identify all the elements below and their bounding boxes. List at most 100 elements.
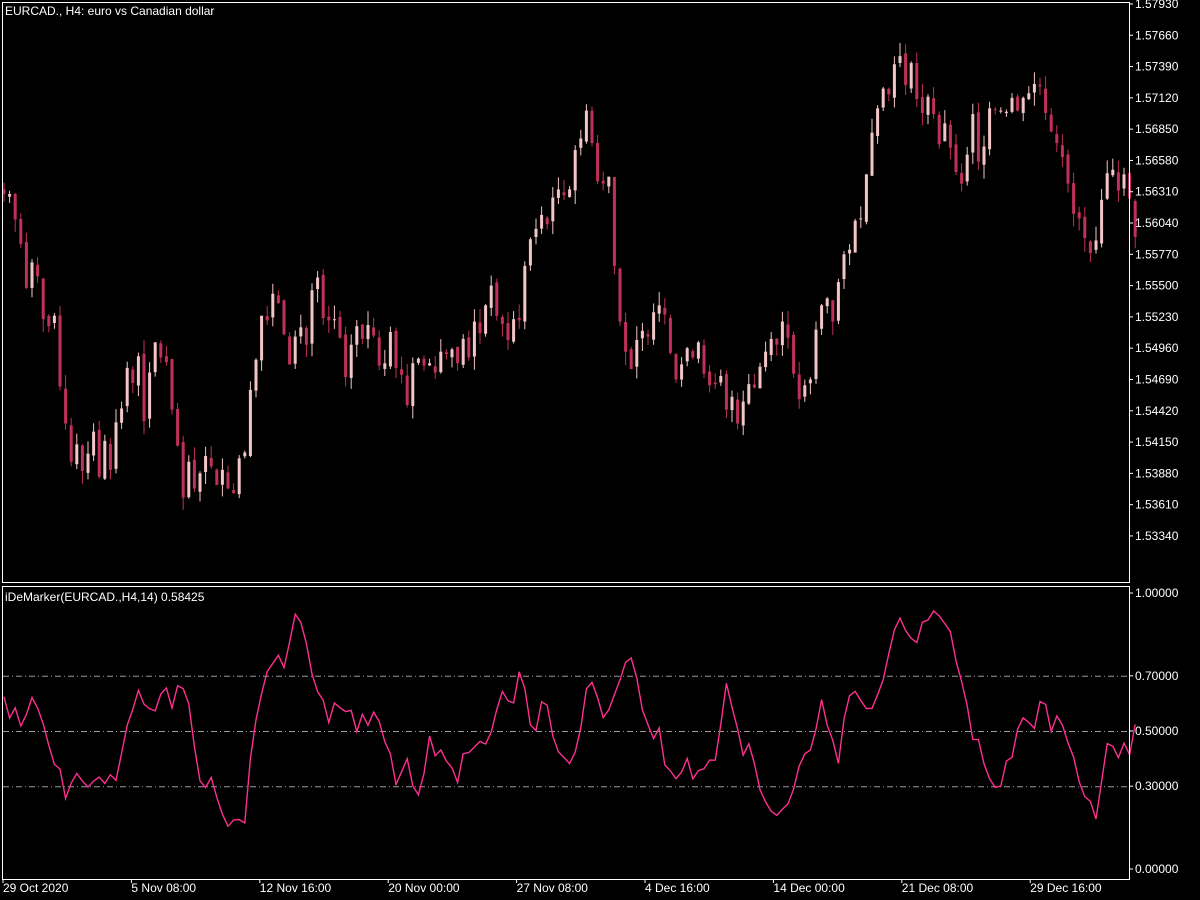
candle-body [1004,111,1008,114]
candle-body [904,53,908,86]
candle-body [282,300,286,335]
candle-body [545,217,549,225]
candle [495,278,499,321]
candle-body [271,293,275,318]
candle-body [680,364,684,380]
time-tick-label: 4 Dec 16:00 [645,881,710,895]
candle-body [226,472,230,489]
main-chart-title: EURCAD., H4: euro vs Canadian dollar [5,4,214,18]
candle-body [220,469,224,485]
candle [142,340,146,435]
candle-body [181,442,185,498]
candle-body [624,322,628,352]
candle-body [635,340,639,367]
time-tick-label: 12 Nov 16:00 [260,881,332,895]
candle-body [528,239,532,266]
time-tick-label: 20 Nov 00:00 [388,881,460,895]
candle-body [433,366,437,373]
candle-body [260,315,264,361]
candle-body [1094,240,1098,250]
candle-body [758,366,762,389]
indicator-tick-label: 0.30000 [1135,779,1179,793]
price-tick-label: 1.56310 [1135,185,1179,199]
candle-body [909,63,913,89]
candle-body [472,321,476,357]
candle-body [64,388,68,424]
candle-body [1122,174,1126,189]
candle-body [898,56,902,63]
candle-body [1021,97,1025,113]
indicator-tick-label: 0.50000 [1135,724,1179,738]
price-tick-label: 1.53610 [1135,498,1179,512]
candle-body [926,96,930,115]
chart-background [0,0,1200,900]
candle-body [691,351,695,358]
candle-body [372,327,376,336]
candle-body [573,150,577,191]
price-tick-label: 1.54150 [1135,435,1179,449]
candle [814,321,818,384]
candle [853,218,857,253]
candle [988,101,992,156]
time-axis: 29 Oct 2020 5 Nov 08:00 12 Nov 16:00 20 Nov… [2,879,1102,895]
price-tick-label: 1.56580 [1135,153,1179,167]
candle-body [954,144,958,173]
candle-body [831,300,835,322]
candle-body [1027,93,1031,100]
candle-body [148,372,152,419]
indicator-tick-label: 1.00000 [1135,586,1179,600]
candle [612,176,616,275]
price-tick-label: 1.53340 [1135,529,1179,543]
candle-body [551,197,555,222]
candle-body [92,431,96,456]
candle-body [394,330,398,368]
candle-body [103,440,107,479]
candle-body [232,489,236,494]
candle-body [461,338,465,365]
candle-body [383,363,387,369]
candle-body [674,354,678,380]
candle-body [254,359,258,391]
candle [461,334,465,369]
candle-body [786,324,790,338]
mt-chart-window[interactable]: 1.57930 1.57660 1.57390 1.57120 1.56850 1.565… [0,0,1200,900]
candle-body [814,329,818,379]
candle-body [1060,145,1064,157]
candle-body [198,473,202,492]
candle-body [825,298,829,307]
candle-body [176,409,180,446]
candle [388,326,392,370]
candle-body [1066,154,1070,184]
price-tick-label: 1.56040 [1135,216,1179,230]
candle-body [540,214,544,229]
candle [618,267,622,326]
price-tick-label: 1.55500 [1135,279,1179,293]
candle-body [797,374,801,400]
indicator-tick-label: 0.00000 [1135,862,1179,876]
candle-body [993,109,997,111]
candle [881,86,885,112]
candle-body [360,324,364,339]
price-tick-label: 1.54960 [1135,341,1179,355]
candle-body [304,327,308,345]
candle-body [506,323,510,341]
candle [702,339,706,379]
candle-body [456,346,460,364]
candle-body [523,265,527,322]
candle [674,353,678,384]
candle-body [640,330,644,339]
candle-body [97,429,101,477]
candle [937,111,941,149]
candle-body [495,282,499,316]
time-tick-label: 21 Dec 08:00 [902,881,974,895]
candle-body [265,316,269,321]
candle-body [607,176,611,187]
candle-body [377,337,381,366]
candle-body [1116,172,1120,191]
candle-body [960,173,964,184]
candle-body [1083,216,1087,239]
candle-body [584,110,588,142]
candle-body [803,385,807,397]
candle [836,278,840,325]
candle-body [153,342,157,373]
